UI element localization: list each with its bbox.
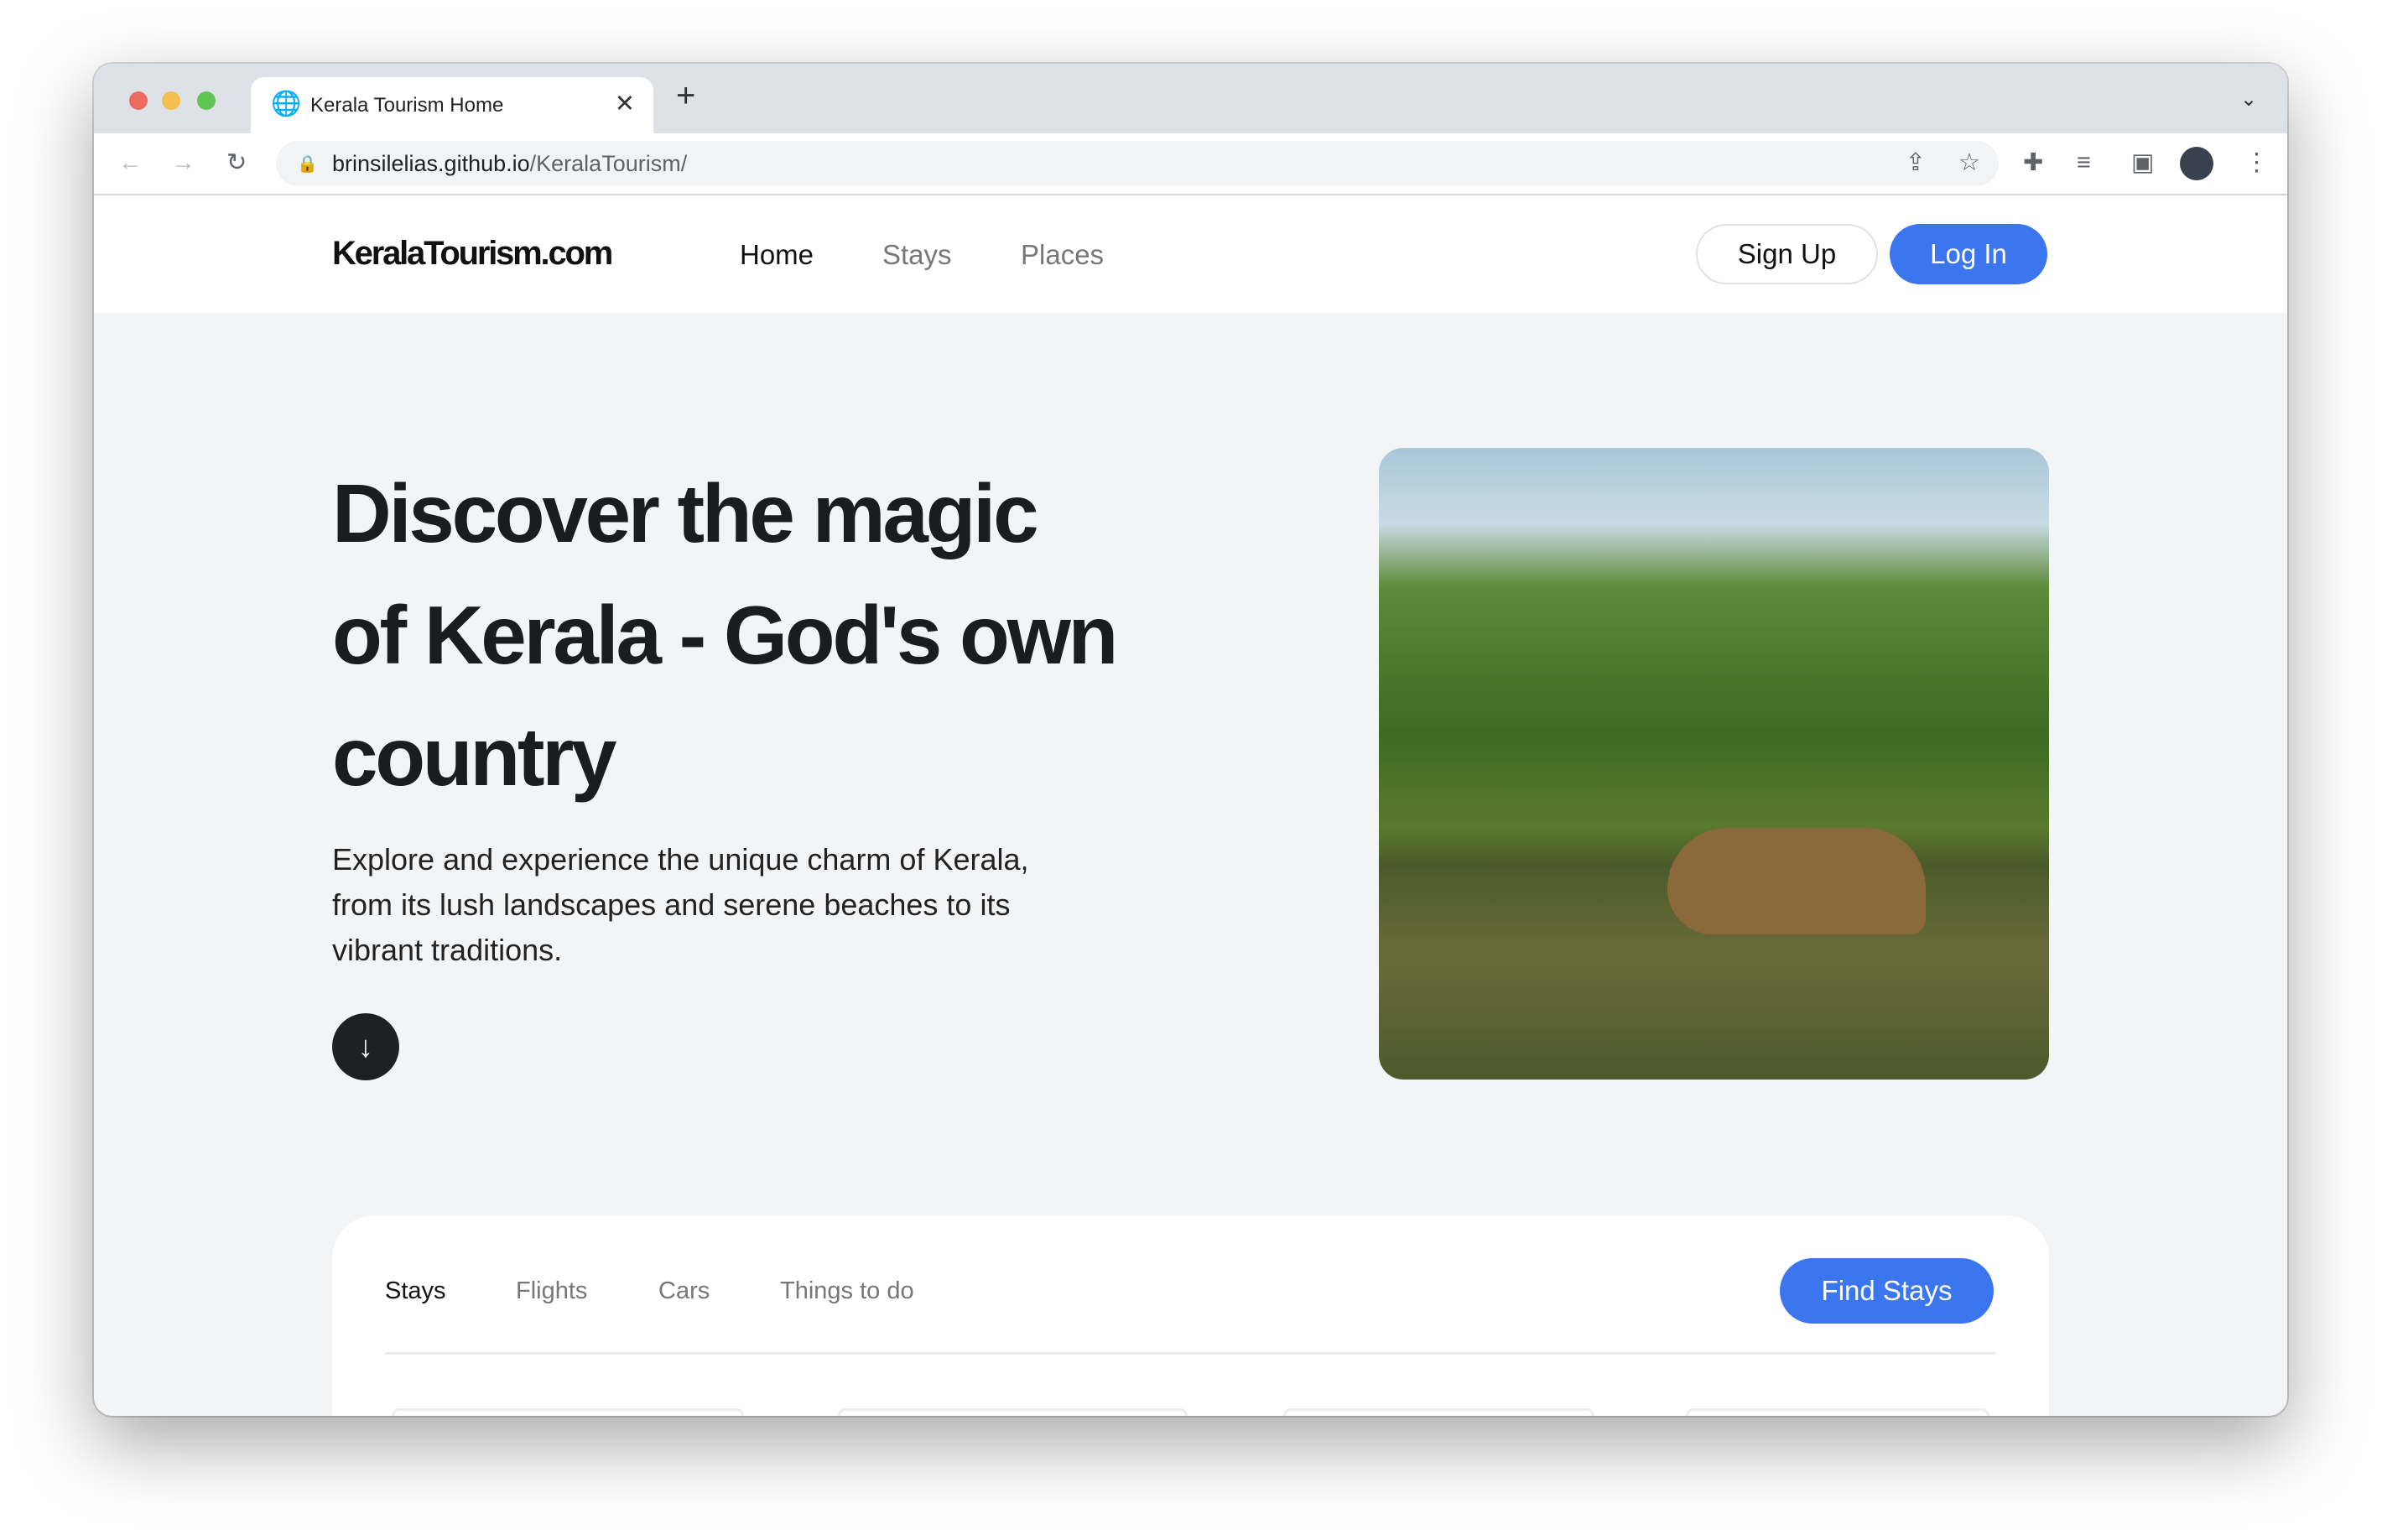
site-header: KeralaTourism.com Home Stays Places Sign…	[94, 195, 2287, 313]
reload-icon[interactable]: ↻	[226, 151, 247, 175]
search-field[interactable]	[1686, 1408, 1989, 1416]
browser-tab[interactable]: 🌐 Kerala Tourism Home ✕	[251, 77, 653, 133]
hero-description: Explore and experience the unique charm …	[332, 842, 1029, 967]
hero-title: Discover the magic of Kerala - God's own…	[332, 467, 1118, 803]
search-field[interactable]	[392, 1408, 744, 1416]
tab-title: Kerala Tourism Home	[310, 94, 504, 117]
sidebar-icon[interactable]: ▣	[2131, 151, 2154, 175]
tab-cars[interactable]: Cars	[658, 1277, 710, 1305]
search-field[interactable]	[838, 1408, 1188, 1416]
tab-things-to-do[interactable]: Things to do	[780, 1277, 914, 1305]
nav-home[interactable]: Home	[740, 239, 814, 271]
site-logo[interactable]: KeralaTourism.com	[332, 235, 613, 273]
log-in-button[interactable]: Log In	[1890, 224, 2047, 284]
sign-up-button[interactable]: Sign Up	[1696, 224, 1878, 284]
url-path: /KeralaTourism/	[529, 151, 688, 176]
avatar[interactable]	[2180, 147, 2213, 180]
tab-bar: 🌐 Kerala Tourism Home ✕ + ⌄	[94, 64, 2287, 133]
star-icon[interactable]: ☆	[1958, 151, 1980, 175]
media-icon[interactable]: ≡	[2077, 151, 2091, 175]
extensions-icon[interactable]: ✚	[2023, 151, 2043, 175]
globe-icon: 🌐	[271, 91, 302, 117]
browser-toolbar: ← → ↻ 🔒 brinsilelias.github.io/KeralaTou…	[94, 133, 2287, 195]
close-tab-icon[interactable]: ✕	[615, 89, 635, 118]
hero-image-backwaters	[1379, 448, 2049, 1080]
arrow-down-icon: ↓	[358, 1029, 373, 1064]
search-card: Stays Flights Cars Things to do Find Sta…	[332, 1215, 2049, 1416]
scroll-down-button[interactable]: ↓	[332, 1013, 399, 1080]
find-stays-button[interactable]: Find Stays	[1780, 1258, 1994, 1324]
browser-window: 🌐 Kerala Tourism Home ✕ + ⌄ ← → ↻ 🔒 brin…	[94, 64, 2287, 1416]
nav-stays[interactable]: Stays	[882, 239, 952, 271]
share-icon[interactable]: ⇪	[1906, 151, 1926, 175]
url-host: brinsilelias.github.io	[332, 151, 530, 176]
divider	[385, 1352, 1995, 1355]
close-window-button[interactable]	[129, 91, 148, 110]
nav-places[interactable]: Places	[1021, 239, 1104, 271]
houseboat-shape	[1667, 828, 1926, 934]
forward-icon[interactable]: →	[171, 151, 195, 175]
search-field[interactable]	[1283, 1408, 1594, 1416]
address-bar[interactable]: 🔒 brinsilelias.github.io/KeralaTourism/ …	[276, 141, 1999, 186]
tab-stays[interactable]: Stays	[385, 1277, 446, 1305]
minimize-window-button[interactable]	[162, 91, 180, 110]
tab-flights[interactable]: Flights	[516, 1277, 587, 1305]
maximize-window-button[interactable]	[197, 91, 216, 110]
back-icon[interactable]: ←	[118, 151, 143, 175]
menu-icon[interactable]: ⋮	[2244, 151, 2269, 175]
chevron-down-icon[interactable]: ⌄	[2240, 87, 2257, 112]
lock-icon: 🔒	[297, 155, 318, 174]
new-tab-icon[interactable]: +	[676, 79, 695, 112]
